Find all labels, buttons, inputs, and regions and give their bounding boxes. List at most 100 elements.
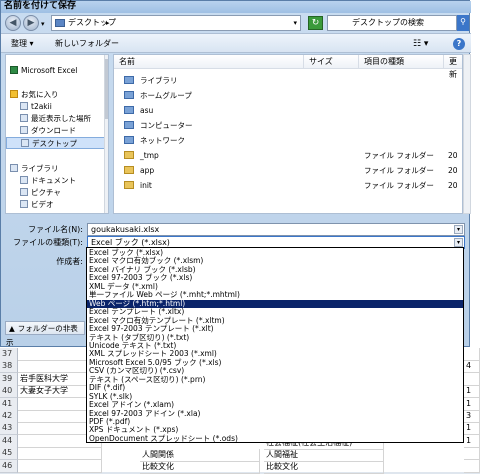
filename-dropdown-icon[interactable]: ▾ xyxy=(454,225,463,234)
folder-icon xyxy=(124,181,134,189)
file-row[interactable]: コンピューター xyxy=(114,118,462,133)
file-row[interactable]: app ファイル フォルダー 20 xyxy=(114,163,462,178)
file-row[interactable]: asu xyxy=(114,103,462,118)
filename-input[interactable]: goukakusaki.xlsx ▾ xyxy=(87,223,465,236)
nav-item-label: ライブラリ xyxy=(21,164,59,173)
nav-item[interactable]: デスクトップ xyxy=(6,137,106,149)
nav-item[interactable]: 最近表示した場所 xyxy=(6,113,106,125)
folder-icon xyxy=(20,102,28,110)
cell-c46[interactable]: 比較文化 xyxy=(264,461,384,474)
nav-scroll-thumb[interactable] xyxy=(105,59,108,119)
author-label: 作成者: xyxy=(56,257,83,266)
file-row[interactable]: ネットワーク xyxy=(114,133,462,148)
new-folder-button[interactable]: 新しいフォルダー xyxy=(55,38,119,50)
file-row[interactable]: ホームグループ xyxy=(114,88,462,103)
nav-item-label: ピクチャ xyxy=(31,188,61,197)
nav-item[interactable]: ドキュメント xyxy=(6,175,106,187)
cell-b46[interactable]: 比較文化 xyxy=(140,461,260,474)
cell-r[interactable]: 1 xyxy=(464,385,480,399)
address-bar[interactable]: デスクトップ ▸ ▾ xyxy=(51,15,301,31)
filetype-option[interactable]: Excel 97-2003 テンプレート (*.xlt) xyxy=(87,325,463,333)
nav-item[interactable]: ライブラリ xyxy=(6,163,106,175)
navigation-pane: Microsoft Excel お気に入り t2akii 最近表示した場所 ダウンロード… xyxy=(5,54,109,214)
row-header[interactable]: 46 xyxy=(0,459,18,473)
row-header[interactable]: 40 xyxy=(0,385,18,399)
filetype-option[interactable]: OpenDocument スプレッドシート (*.ods) xyxy=(87,434,463,443)
file-row[interactable]: _tmp ファイル フォルダー 20 xyxy=(114,148,462,163)
row-header[interactable]: 42 xyxy=(0,410,18,423)
library-icon xyxy=(10,164,18,172)
nav-item-label: お気に入り xyxy=(21,90,59,99)
file-list-scrollbar[interactable] xyxy=(463,54,471,214)
address-chevron-icon[interactable]: ▸ xyxy=(106,16,110,30)
filetype-option[interactable]: Excel アドイン (*.xlam) xyxy=(87,401,463,409)
desktop-icon xyxy=(21,139,29,147)
file-name: ネットワーク xyxy=(140,136,185,145)
file-name: app xyxy=(140,166,155,175)
row-header[interactable]: 39 xyxy=(0,372,18,386)
nav-item[interactable]: t2akii xyxy=(6,101,106,113)
file-name: ホームグループ xyxy=(140,91,192,100)
filetype-dropdown-list: Excel ブック (*.xlsx) Excel マクロ有効ブック (*.xlsm… xyxy=(86,247,464,443)
file-row[interactable]: ライブラリ xyxy=(114,73,462,88)
nav-item-label: t2akii xyxy=(31,102,52,111)
desktop-icon xyxy=(55,19,65,27)
filetype-option[interactable]: テキスト (スペース区切り) (*.prn) xyxy=(87,375,463,384)
file-row[interactable]: init ファイル フォルダー 20 xyxy=(114,178,462,193)
column-type[interactable]: 項目の種類 xyxy=(359,55,444,69)
filetype-dropdown-icon[interactable]: ▾ xyxy=(454,238,463,247)
back-button[interactable]: ◀ xyxy=(5,15,21,31)
cell-r[interactable]: 1 xyxy=(464,397,480,411)
chevron-down-icon[interactable]: ▾ xyxy=(41,20,45,28)
cell-r[interactable]: 4 xyxy=(464,360,480,374)
file-type: ファイル フォルダー xyxy=(364,181,434,190)
column-date[interactable]: 更新 xyxy=(444,55,462,79)
file-name: ライブラリ xyxy=(140,76,178,85)
cell-r[interactable] xyxy=(464,372,480,386)
organize-button[interactable]: 整理 ▾ xyxy=(11,38,34,50)
view-options-icon[interactable]: ☷ ▾ xyxy=(413,38,428,50)
cell-r[interactable] xyxy=(464,348,480,361)
forward-button[interactable]: ▶ xyxy=(23,15,39,31)
nav-item[interactable]: Microsoft Excel xyxy=(6,65,106,77)
file-name: asu xyxy=(140,106,154,115)
row-header[interactable]: 44 xyxy=(0,434,18,448)
hide-folders-button[interactable]: ▲ フォルダーの非表示 xyxy=(5,321,85,347)
filename-value: goukakusaki.xlsx xyxy=(91,225,160,234)
cell-r[interactable] xyxy=(464,459,480,473)
file-name: _tmp xyxy=(140,151,159,160)
pictures-icon xyxy=(20,188,28,196)
cell-r[interactable]: 3 xyxy=(464,410,480,423)
row-header[interactable]: 45 xyxy=(0,447,18,461)
cell-r[interactable]: 1 xyxy=(464,434,480,448)
column-size[interactable]: サイズ xyxy=(304,55,359,69)
row-header[interactable]: 41 xyxy=(0,397,18,411)
filetype-label: ファイルの種類(T): xyxy=(13,238,83,247)
filetype-option[interactable]: DIF (*.dif) xyxy=(87,384,463,392)
address-dropdown-icon[interactable]: ▾ xyxy=(293,16,297,30)
row-header[interactable]: 38 xyxy=(0,360,18,374)
cell-r[interactable]: 1 xyxy=(464,422,480,436)
help-icon[interactable]: ? xyxy=(453,38,465,50)
nav-item[interactable]: ダウンロード xyxy=(6,125,106,137)
folder-icon xyxy=(124,166,134,174)
library-icon xyxy=(124,76,134,84)
cell-a[interactable] xyxy=(18,459,102,473)
video-icon xyxy=(20,200,28,208)
nav-item[interactable]: ピクチャ xyxy=(6,187,106,199)
refresh-button[interactable]: ↻ xyxy=(308,16,323,30)
search-input[interactable]: デスクトップの検索 xyxy=(327,15,457,31)
row-header[interactable]: 43 xyxy=(0,422,18,436)
search-placeholder: デスクトップの検索 xyxy=(352,18,424,27)
nav-item[interactable]: ビデオ xyxy=(6,199,106,211)
filetype-option[interactable]: Excel 97-2003 アドイン (*.xla) xyxy=(87,409,463,418)
nav-item-label: ダウンロード xyxy=(31,126,76,135)
search-icon[interactable]: ⚲ xyxy=(457,15,469,31)
file-type: ファイル フォルダー xyxy=(364,151,434,160)
nav-item[interactable]: お気に入り xyxy=(6,89,106,101)
column-name[interactable]: 名前 xyxy=(114,55,304,69)
filetype-option[interactable]: Excel テンプレート (*.xltx) xyxy=(87,308,463,316)
computer-icon xyxy=(124,121,134,129)
cell-a[interactable] xyxy=(18,447,102,461)
cell-r[interactable] xyxy=(464,447,480,461)
